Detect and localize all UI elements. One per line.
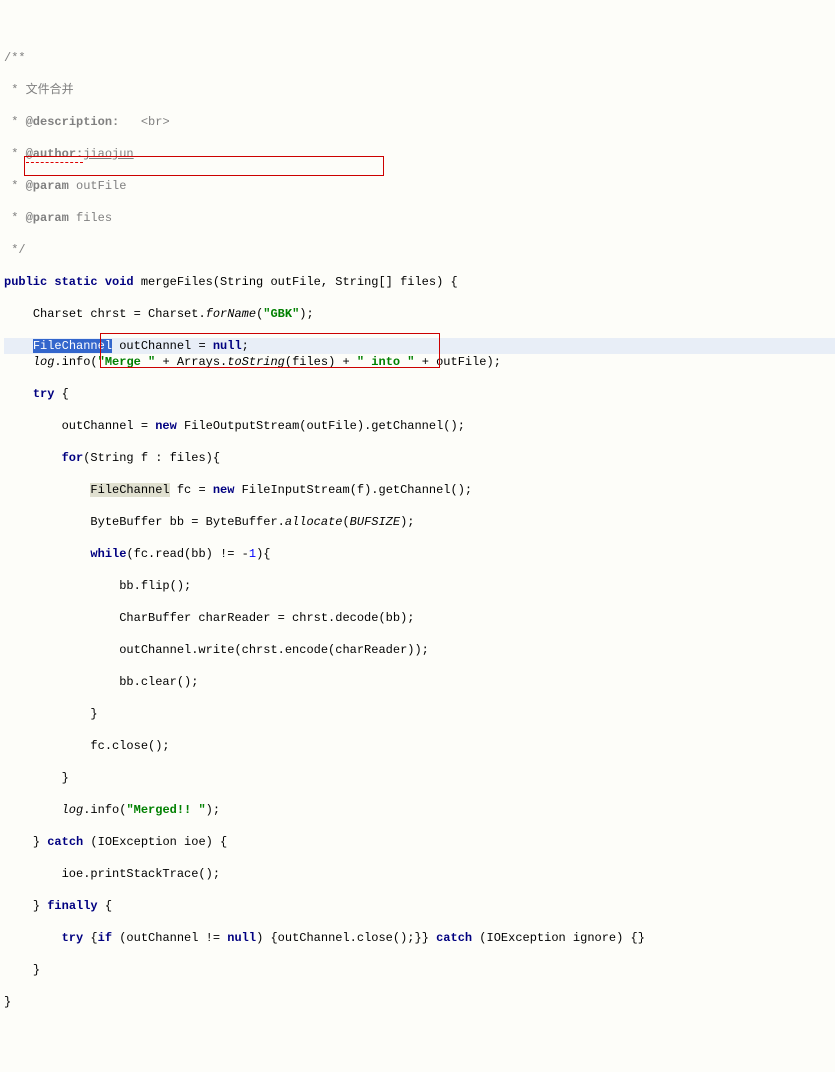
- highlighted-line: FileChannel outChannel = null;: [4, 338, 835, 354]
- code-line: ByteBuffer bb = ByteBuffer.allocate(BUFS…: [4, 514, 835, 530]
- code-line: try {: [4, 386, 835, 402]
- code-line: outChannel = new FileOutputStream(outFil…: [4, 418, 835, 434]
- javadoc-open: /**: [4, 51, 26, 65]
- code-line: public static void mergeFiles(String out…: [4, 274, 835, 290]
- code-line: bb.clear();: [4, 674, 835, 690]
- code-line: CharBuffer charReader = chrst.decode(bb)…: [4, 610, 835, 626]
- code-line: log.info("Merged!! ");: [4, 802, 835, 818]
- code-line: FileChannel fc = new FileInputStream(f).…: [4, 482, 835, 498]
- code-line: * @description: <br>: [4, 114, 835, 130]
- code-line: }: [4, 706, 835, 722]
- code-line: * @param files: [4, 210, 835, 226]
- code-line: fc.close();: [4, 738, 835, 754]
- code-line: ioe.printStackTrace();: [4, 866, 835, 882]
- code-line: bb.flip();: [4, 578, 835, 594]
- identifier-highlight: FileChannel: [90, 483, 169, 497]
- code-line: * 文件合并: [4, 82, 835, 98]
- code-line: Charset chrst = Charset.forName("GBK");: [4, 306, 835, 322]
- code-line: * @param outFile: [4, 178, 835, 194]
- code-line: log.info("Merge " + Arrays.toString(file…: [4, 354, 835, 370]
- code-line: } catch (IOException ioe) {: [4, 834, 835, 850]
- code-line: } finally {: [4, 898, 835, 914]
- code-line: /**: [4, 50, 835, 66]
- code-line: }: [4, 994, 835, 1010]
- code-line: */: [4, 242, 835, 258]
- selection: FileChannel: [33, 339, 112, 353]
- code-block: /** * 文件合并 * @description: <br> * @autho…: [0, 32, 835, 1028]
- code-line: for(String f : files){: [4, 450, 835, 466]
- code-line: try {if (outChannel != null) {outChannel…: [4, 930, 835, 946]
- code-line: outChannel.write(chrst.encode(charReader…: [4, 642, 835, 658]
- code-line: * @author:jiaojun: [4, 146, 835, 162]
- code-line: }: [4, 962, 835, 978]
- code-line: }: [4, 770, 835, 786]
- code-line: while(fc.read(bb) != -1){: [4, 546, 835, 562]
